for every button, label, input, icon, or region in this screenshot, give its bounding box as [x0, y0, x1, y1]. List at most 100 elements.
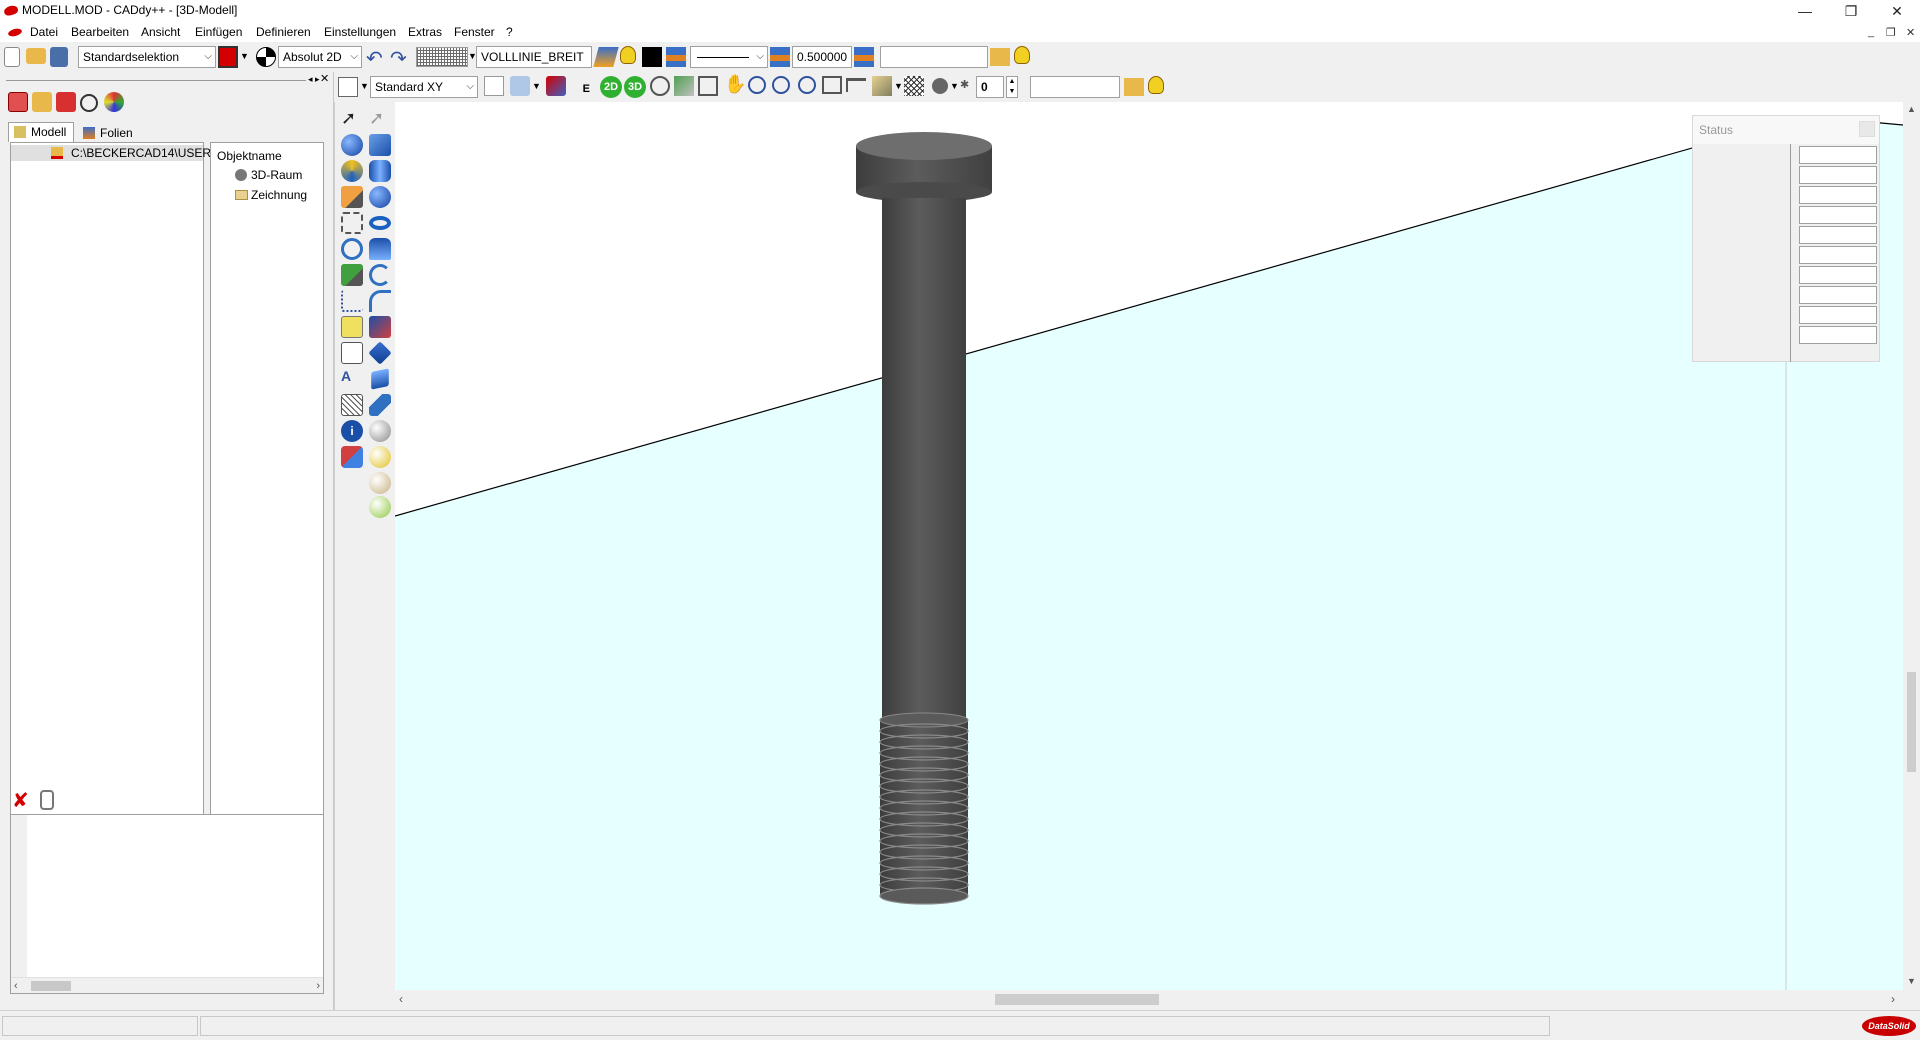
layer-stack-icon[interactable] — [770, 47, 790, 67]
close-button[interactable]: ✕ — [1874, 0, 1920, 22]
viewport-hscrollbar[interactable]: ‹ › — [395, 990, 1903, 1008]
revolve-icon[interactable] — [341, 160, 363, 182]
rotate-copy-icon[interactable] — [341, 238, 363, 260]
restore-button[interactable]: ❐ — [1828, 0, 1874, 22]
clip-tool-icon[interactable] — [40, 790, 54, 810]
palette-icon[interactable] — [104, 92, 124, 112]
menu-einstellungen[interactable]: Einstellungen — [324, 25, 396, 39]
color-swatch[interactable] — [642, 47, 662, 67]
menu-extras[interactable]: Extras — [408, 25, 442, 39]
lightbulb-icon[interactable] — [484, 76, 504, 96]
zoom-window-icon[interactable] — [698, 76, 718, 96]
sphere-render-icon[interactable] — [932, 78, 948, 94]
render-sphere-beige-icon[interactable] — [369, 472, 391, 494]
construction-lines-icon[interactable] — [341, 290, 363, 312]
slice-icon[interactable] — [371, 368, 389, 390]
cylinder-icon[interactable] — [369, 160, 391, 182]
redo-icon[interactable]: ↷ — [390, 46, 407, 71]
zoom-out-icon[interactable] — [772, 76, 790, 94]
zoom-in-icon[interactable] — [748, 76, 766, 94]
layer-folder-icon[interactable] — [990, 48, 1010, 66]
render-sphere-green-icon[interactable] — [369, 496, 391, 518]
folder-tree-icon[interactable] — [32, 92, 52, 112]
text-icon[interactable]: A — [341, 368, 363, 390]
toolbar2-field[interactable] — [1030, 76, 1120, 98]
layer-stack-icon[interactable] — [666, 47, 686, 67]
save-icon[interactable] — [50, 47, 68, 67]
scroll-left-icon[interactable]: ‹ — [399, 992, 403, 1006]
dimension-icon[interactable] — [341, 316, 363, 338]
measure-icon[interactable] — [846, 78, 866, 92]
selection-mode-select[interactable]: Standardselektion ⌵ — [78, 46, 216, 68]
view-cursor-icon[interactable] — [338, 77, 358, 97]
dropdown-arrow-icon[interactable]: ▼ — [240, 51, 249, 61]
object-3d-raum[interactable]: 3D-Raum — [235, 167, 321, 183]
mdi-restore-button[interactable]: ❐ — [1886, 26, 1896, 39]
pencil-icon[interactable] — [341, 186, 363, 208]
lightbulb-icon[interactable] — [1148, 76, 1164, 94]
model-explorer-icon[interactable] — [8, 92, 28, 112]
new-file-icon[interactable] — [4, 47, 20, 67]
layer-name-field[interactable] — [880, 46, 988, 68]
panel-close-icon[interactable]: ✕ — [320, 72, 329, 85]
menu-datei[interactable]: Datei — [30, 25, 58, 39]
box-icon[interactable] — [369, 134, 391, 156]
torus-icon[interactable] — [369, 216, 391, 230]
tree-root-item[interactable]: C:\BECKERCAD14\USER\M — [11, 145, 224, 161]
zoom-previous-icon[interactable] — [822, 76, 842, 94]
line-style-select[interactable]: ⌵ — [690, 46, 768, 68]
dropdown-arrow-icon[interactable]: ▼ — [360, 81, 369, 91]
menu-einfuegen[interactable]: Einfügen — [195, 25, 242, 39]
mdi-close-button[interactable]: ✕ — [1906, 26, 1915, 39]
modify-pen-icon[interactable] — [341, 264, 363, 286]
snap-tool-icon[interactable] — [510, 76, 530, 96]
shade-cube-icon[interactable] — [872, 76, 892, 96]
sweep-icon[interactable] — [369, 264, 391, 286]
scroll-thumb[interactable] — [1907, 672, 1916, 772]
view-cube-icon[interactable] — [674, 76, 694, 96]
stepper-input[interactable]: 0 — [976, 76, 1004, 98]
snap-mode-icon[interactable] — [256, 47, 276, 67]
mdi-minimize-button[interactable]: _ — [1868, 26, 1874, 38]
sphere-icon[interactable] — [369, 186, 391, 208]
rotate-view-icon[interactable] — [650, 76, 670, 96]
hatch-icon[interactable] — [341, 394, 363, 416]
scroll-thumb[interactable] — [31, 981, 71, 991]
scroll-right-icon[interactable]: › — [316, 978, 320, 994]
layer-folder-icon[interactable] — [1124, 78, 1144, 96]
tab-modell[interactable]: Modell — [8, 122, 74, 142]
property-hscrollbar[interactable]: ‹ › — [11, 977, 323, 993]
line-type-field[interactable]: VOLLLINIE_BREIT — [476, 46, 592, 68]
lightbulb-icon[interactable] — [620, 46, 636, 64]
open-folder-icon[interactable] — [26, 48, 46, 64]
wireframe-icon[interactable] — [904, 76, 924, 96]
pan-hand-icon[interactable]: ✋ — [724, 74, 746, 95]
layer-icon[interactable] — [593, 47, 619, 67]
render-sphere-gray-icon[interactable] — [369, 420, 391, 442]
zoom-all-icon[interactable] — [798, 76, 816, 94]
dropdown-arrow-icon[interactable]: ▼ — [950, 81, 959, 91]
lightbulb-icon[interactable] — [1014, 46, 1030, 64]
menu-ansicht[interactable]: Ansicht — [141, 25, 180, 39]
object-zeichnung[interactable]: Zeichnung — [235, 187, 321, 203]
viewport-vscrollbar[interactable]: ▲ ▼ — [1903, 102, 1920, 990]
scroll-thumb[interactable] — [995, 994, 1159, 1005]
menu-definieren[interactable]: Definieren — [256, 25, 311, 39]
scroll-left-icon[interactable]: ‹ — [14, 978, 18, 994]
layer-stack-icon[interactable] — [854, 47, 874, 67]
dropdown-arrow-icon[interactable]: ▼ — [894, 81, 903, 91]
tab-folien[interactable]: Folien — [78, 124, 138, 144]
info-icon[interactable]: i — [341, 420, 363, 442]
render-sphere-yellow-icon[interactable] — [369, 446, 391, 468]
model-viewport[interactable] — [395, 102, 1903, 990]
spiral-icon[interactable] — [369, 290, 391, 312]
trim-icon[interactable] — [341, 212, 363, 234]
panel-pin-icon[interactable]: ◂ ▸ — [308, 74, 320, 85]
minimize-button[interactable]: — — [1782, 0, 1828, 22]
status-window-close-button[interactable] — [1859, 121, 1875, 137]
material-icon[interactable] — [56, 92, 76, 112]
select-arrow-alt-icon[interactable]: ➚ — [369, 108, 384, 129]
edit-e-icon[interactable]: E — [570, 76, 590, 96]
chamfer-icon[interactable] — [341, 342, 363, 364]
coord-mode-select[interactable]: Absolut 2D ⌵ — [278, 46, 362, 68]
